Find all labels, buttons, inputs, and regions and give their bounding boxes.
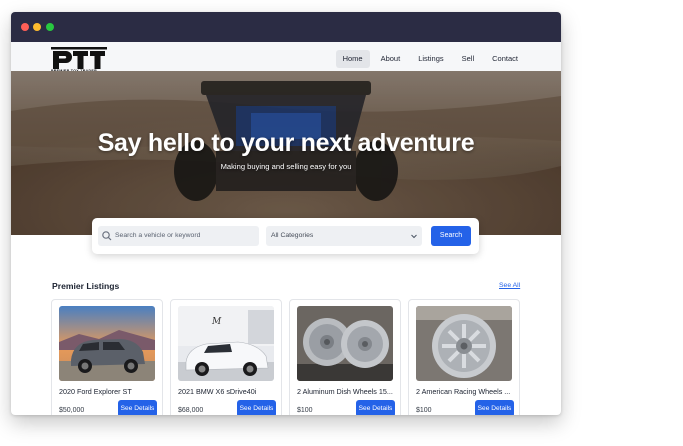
maximize-window-button[interactable]	[46, 23, 54, 31]
svg-text:M: M	[211, 317, 222, 327]
white-suv-showroom-photo: M	[178, 306, 274, 381]
main-nav: Home About Listings Sell Contact	[335, 50, 525, 68]
listing-title: 2020 Ford Explorer ST	[59, 387, 132, 396]
listing-card[interactable]: M 2021 BMW X6 sDrive40i $68,000 See Deta…	[170, 299, 282, 415]
minimize-window-button[interactable]	[33, 23, 41, 31]
see-details-button[interactable]: See Details	[118, 400, 157, 415]
category-select-value: All Categories	[271, 232, 314, 239]
racing-wheel-photo	[416, 306, 512, 381]
search-placeholder: Search a vehicle or keyword	[115, 232, 201, 239]
nav-item-listings[interactable]: Listings	[411, 50, 450, 68]
hero-banner: Say hello to your next adventure Making …	[11, 71, 561, 235]
hero-subtitle: Making buying and selling easy for you	[220, 162, 352, 171]
listing-price: $100	[297, 407, 313, 414]
listing-price: $68,000	[178, 407, 204, 414]
listing-title: 2021 BMW X6 sDrive40i	[178, 387, 257, 396]
hero-title: Say hello to your next adventure	[97, 129, 475, 157]
nav-item-about[interactable]: About	[374, 50, 408, 68]
listing-image[interactable]: M	[178, 306, 274, 381]
listing-title: 2 American Racing Wheels ...	[416, 387, 511, 396]
search-icon	[102, 231, 112, 241]
listing-card[interactable]: 2 Aluminum Dish Wheels 15... $100 See De…	[289, 299, 401, 415]
search-panel: Search a vehicle or keyword All Categori…	[92, 218, 479, 254]
nav-item-contact[interactable]: Contact	[485, 50, 525, 68]
listing-image[interactable]	[416, 306, 512, 381]
listing-image[interactable]	[59, 306, 155, 381]
see-details-button[interactable]: See Details	[475, 400, 514, 415]
chevron-down-icon	[411, 234, 417, 239]
browser-window: PREMIER TOY TRADER Home About Listings S…	[11, 12, 561, 415]
search-button[interactable]: Search	[431, 226, 471, 246]
nav-item-sell[interactable]: Sell	[455, 50, 482, 68]
chrome-wheels-photo	[297, 306, 393, 381]
listing-card[interactable]: 2 American Racing Wheels ... $100 See De…	[408, 299, 520, 415]
listing-image[interactable]	[297, 306, 393, 381]
gray-suv-photo	[59, 306, 155, 381]
listing-card[interactable]: 2020 Ford Explorer ST $50,000 See Detail…	[51, 299, 163, 415]
listing-price: $50,000	[59, 407, 85, 414]
see-details-button[interactable]: See Details	[237, 400, 276, 415]
listing-title: 2 Aluminum Dish Wheels 15...	[297, 387, 393, 396]
premier-listings-title: Premier Listings	[52, 281, 120, 291]
nav-item-home[interactable]: Home	[335, 50, 370, 68]
category-select[interactable]: All Categories	[266, 226, 422, 246]
listing-price: $100	[416, 407, 432, 414]
close-window-button[interactable]	[21, 23, 29, 31]
see-all-link[interactable]: See All	[499, 282, 520, 289]
window-titlebar	[11, 12, 561, 42]
search-input[interactable]: Search a vehicle or keyword	[98, 226, 259, 246]
see-details-button[interactable]: See Details	[356, 400, 395, 415]
ptt-logo-mark	[51, 47, 107, 69]
